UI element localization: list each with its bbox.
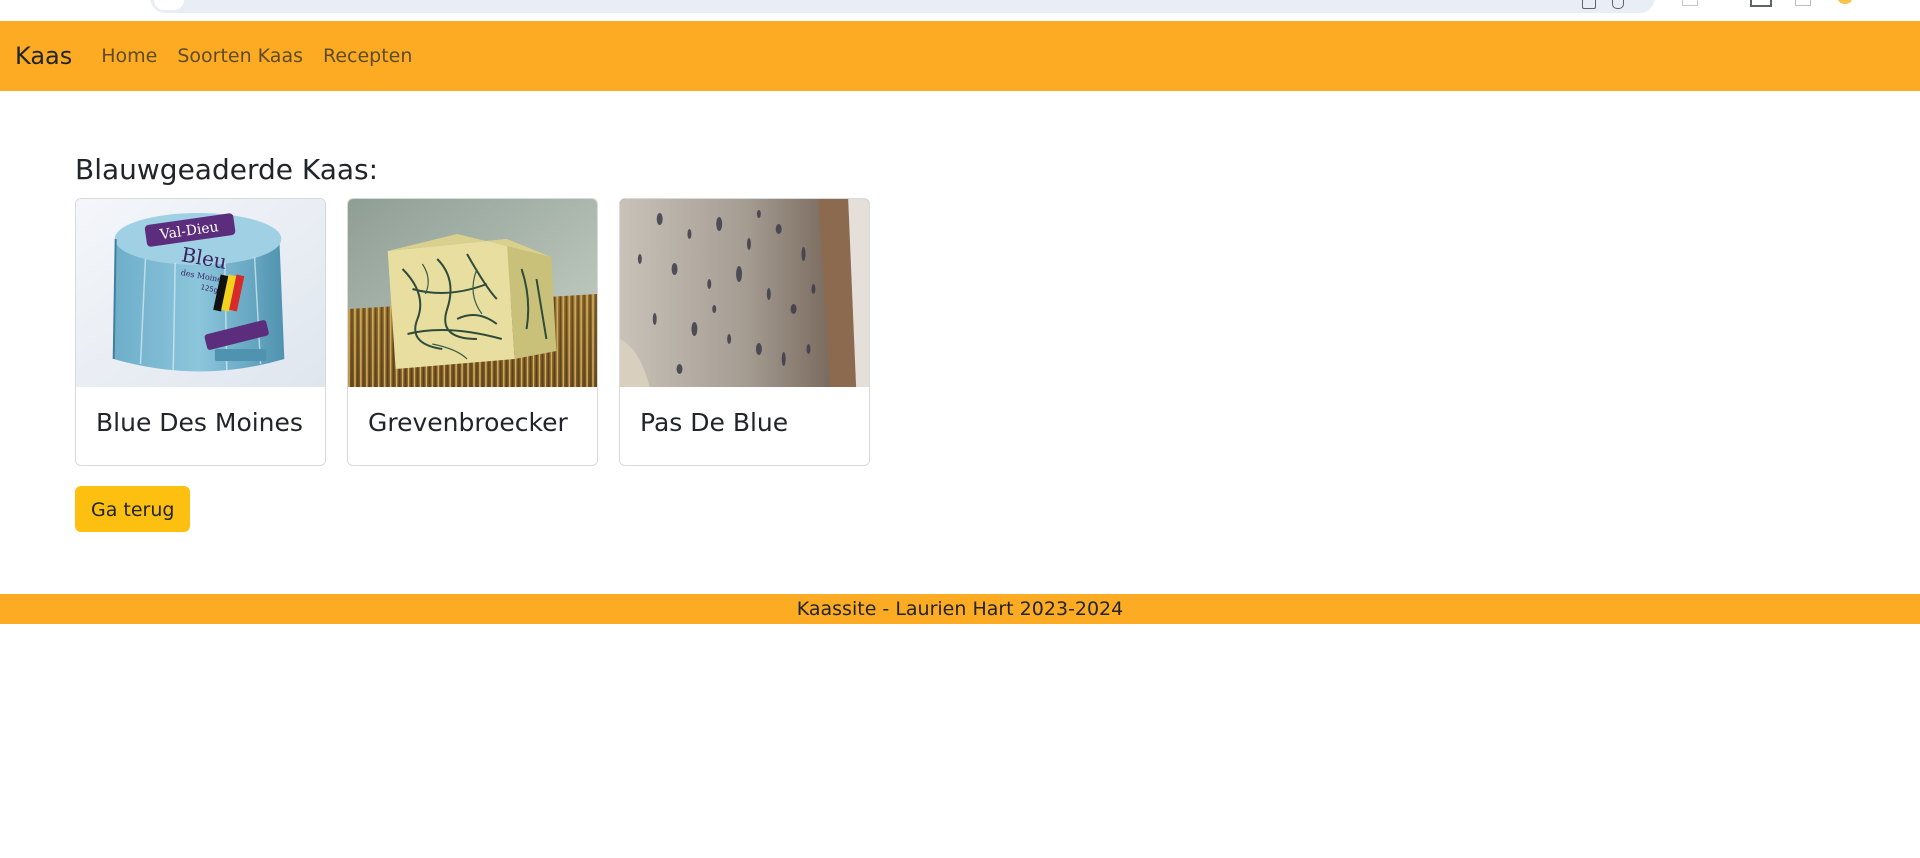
cheese-image-grevenbroecker — [348, 199, 597, 387]
install-app-icon[interactable] — [1582, 0, 1596, 9]
site-info-icon[interactable] — [154, 0, 184, 10]
main-content: Blauwgeaderde Kaas: Val-Dieu Bleu des Mo… — [75, 150, 1475, 532]
cheese-card-list: Val-Dieu Bleu des Moines 125g Blue Des M… — [75, 198, 1475, 466]
address-bar[interactable] — [150, 0, 1655, 13]
cheese-image-pas-de-blue — [620, 199, 869, 387]
cheese-card[interactable]: Pas De Blue — [619, 198, 870, 466]
footer: Kaassite - Laurien Hart 2023-2024 — [0, 594, 1920, 624]
browser-toolbar — [0, 0, 1920, 21]
extensions-icon[interactable] — [1682, 0, 1698, 6]
brand-link[interactable]: Kaas — [15, 42, 72, 70]
card-title[interactable]: Blue Des Moines — [76, 387, 325, 459]
navbar: Kaas Home Soorten Kaas Recepten — [0, 21, 1920, 91]
card-title[interactable]: Pas De Blue — [620, 387, 869, 459]
nav-links: Home Soorten Kaas Recepten — [91, 45, 422, 67]
sidebar-icon[interactable] — [1750, 0, 1772, 7]
cheese-image-blue-des-moines: Val-Dieu Bleu des Moines 125g — [76, 199, 325, 387]
downloads-icon[interactable] — [1795, 0, 1811, 6]
card-title[interactable]: Grevenbroecker — [348, 387, 597, 459]
nav-link-recepten[interactable]: Recepten — [313, 45, 422, 67]
footer-text: Kaassite - Laurien Hart 2023-2024 — [796, 598, 1124, 620]
nav-link-home[interactable]: Home — [91, 45, 167, 67]
cheese-card[interactable]: Grevenbroecker — [347, 198, 598, 466]
back-button[interactable]: Ga terug — [75, 486, 191, 532]
nav-link-soorten-kaas[interactable]: Soorten Kaas — [167, 45, 313, 67]
cheese-card[interactable]: Val-Dieu Bleu des Moines 125g Blue Des M… — [75, 198, 326, 466]
bookmark-star-icon[interactable] — [1612, 0, 1624, 9]
profile-avatar-icon[interactable] — [1838, 0, 1852, 4]
page-heading: Blauwgeaderde Kaas: — [75, 153, 379, 186]
